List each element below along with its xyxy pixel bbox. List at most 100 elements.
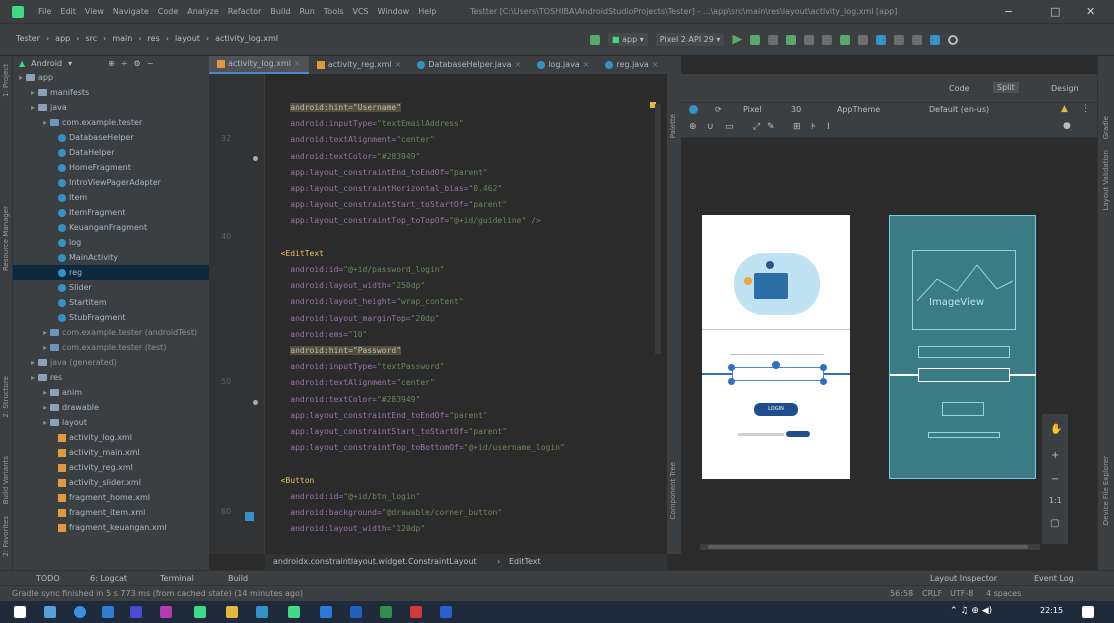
device-file-explorer-tab[interactable]: Device File Explorer [1102,456,1110,525]
tree-item[interactable]: reg [13,265,209,280]
code-line[interactable]: android:id="@+id/password_login" [271,264,444,276]
chevron-icon[interactable]: ▸ [31,100,35,115]
menu-item[interactable]: Edit [60,7,76,16]
tree-item[interactable]: Startitem [13,295,209,310]
breadcrumb-item[interactable]: app [55,34,70,43]
hide-icon[interactable]: − [147,59,154,68]
mode-code-button[interactable]: Code [949,84,969,93]
collapse-icon[interactable]: ÷ [121,59,128,68]
code-line[interactable]: app:layout_constraintTop_toBottomOf="@+i… [271,442,565,454]
android-studio-icon[interactable] [288,606,300,618]
app-icon[interactable] [160,606,172,618]
task-view-icon[interactable] [44,606,56,618]
structure-tab[interactable]: 2: Structure [2,376,10,418]
tree-item[interactable]: MainActivity [13,250,209,265]
taskbar-clock[interactable]: 22:15 [1040,606,1063,615]
chevron-icon[interactable]: ▸ [43,400,47,415]
tree-item[interactable]: ▸ manifests [13,85,209,100]
tree-item[interactable]: ▸ com.example.tester [13,115,209,130]
chevron-icon[interactable]: ▸ [43,325,47,340]
close-icon[interactable]: ✕ [1086,5,1095,18]
editor-tab[interactable]: log.java × [529,56,597,74]
zoom-out-icon[interactable]: − [1051,474,1059,485]
warning-icon[interactable]: ▲ [1061,104,1068,114]
close-tab-icon[interactable]: × [583,56,590,74]
breadcrumb-item[interactable]: activity_log.xml [215,34,278,43]
resize-handle[interactable] [728,364,735,371]
editor-tab[interactable]: activity_reg.xml × [309,56,410,74]
app-icon[interactable] [130,606,142,618]
chevron-icon[interactable]: ▸ [43,415,47,430]
code-line[interactable]: android:textColor="#283949" [271,394,420,406]
gradle-tab[interactable]: Gradle [1102,116,1110,139]
menu-item[interactable]: Refactor [228,7,262,16]
code-line[interactable]: app:layout_constraintEnd_toEndOf="parent… [271,410,487,422]
code-line[interactable]: android:background="@drawable/corner_but… [271,507,502,519]
menu-item[interactable]: Run [299,7,314,16]
notification-icon[interactable] [1082,606,1094,618]
infer-constraints-icon[interactable]: ✎ [767,122,775,132]
code-line[interactable]: android:hint="Password" [271,345,402,357]
tree-item[interactable]: ▸ com.example.tester (androidTest) [13,325,209,340]
mode-split-button[interactable]: Split [993,82,1019,93]
tree-item[interactable]: Slider [13,280,209,295]
tree-item[interactable]: ▸ layout [13,415,209,430]
sync-icon[interactable] [840,34,851,45]
app-icon[interactable] [380,606,392,618]
app-icon[interactable] [320,606,332,618]
app-icon[interactable] [194,606,206,618]
app-icon[interactable] [226,606,238,618]
menu-item[interactable]: VCS [353,7,369,16]
tree-item[interactable]: DatabaseHelper [13,130,209,145]
chevron-icon[interactable]: ▸ [43,340,47,355]
device-manager-icon[interactable] [912,34,923,45]
code-line[interactable]: <Button [271,475,315,487]
code-line[interactable]: app:layout_constraintStart_toStartOf="pa… [271,426,507,438]
close-tab-icon[interactable]: × [515,56,522,74]
layers-icon[interactable] [689,105,698,114]
chevron-icon[interactable]: ▸ [31,85,35,100]
code-line[interactable]: android:layout_height="wrap_content" [271,296,463,308]
tree-item[interactable]: ▸ java [13,100,209,115]
code-line[interactable]: android:hint="Username" [271,102,402,114]
chevron-icon[interactable]: ▸ [31,355,35,370]
password-field-selected[interactable] [732,367,824,381]
code-line[interactable]: app:layout_constraintEnd_toEndOf="parent… [271,167,487,179]
target-icon[interactable]: ⊕ [108,59,115,68]
guidelines-icon[interactable]: ⊞ [793,122,801,132]
tree-item[interactable]: ▸ app [13,70,209,85]
magnet-icon[interactable]: ∪ [707,122,714,132]
status-message[interactable]: Gradle sync finished in 5 s 773 ms (from… [12,589,303,598]
margin-icon[interactable]: ▭ [725,122,734,132]
favorites-tab[interactable]: 2: Favorites [2,516,10,557]
file-encoding[interactable]: UTF-8 [950,589,973,598]
menu-item[interactable]: Window [378,7,410,16]
menu-item[interactable]: Navigate [113,7,149,16]
register-link[interactable] [786,431,810,437]
chrome-icon[interactable] [74,606,86,618]
resize-handle[interactable] [820,364,827,371]
layout-validation-tab[interactable]: Layout Validation [1102,150,1110,211]
avd-manager-icon[interactable] [858,34,869,45]
more-icon[interactable]: ⋮ [1081,104,1090,114]
app-icon[interactable] [440,606,452,618]
resource-manager-tab[interactable]: Resource Manager [2,206,10,271]
component-tree-tab[interactable]: Component Tree [669,462,677,519]
theme-dropdown[interactable]: AppTheme [837,105,880,114]
tree-item[interactable]: KeuanganFragment [13,220,209,235]
breadcrumb-item[interactable]: Tester [16,34,40,43]
apply-changes-icon[interactable] [804,34,815,45]
tree-item[interactable]: HomeFragment [13,160,209,175]
breadcrumb-item[interactable]: layout [175,34,200,43]
breadcrumb-item[interactable]: main [112,34,132,43]
code-line[interactable]: android:textAlignment="center" [271,134,435,146]
line-separator[interactable]: CRLF [922,589,942,598]
resize-handle[interactable] [820,378,827,385]
breadcrumb-item[interactable]: src [85,34,97,43]
tree-item[interactable]: ItemFragment [13,205,209,220]
locale-dropdown[interactable]: Default (en-us) [929,105,989,114]
code-line[interactable]: android:textAlignment="center" [271,377,435,389]
tree-item[interactable]: activity_log.xml [13,430,209,445]
chevron-icon[interactable]: ▸ [43,115,47,130]
layout-inspector-tab[interactable]: Layout Inspector [930,574,997,583]
